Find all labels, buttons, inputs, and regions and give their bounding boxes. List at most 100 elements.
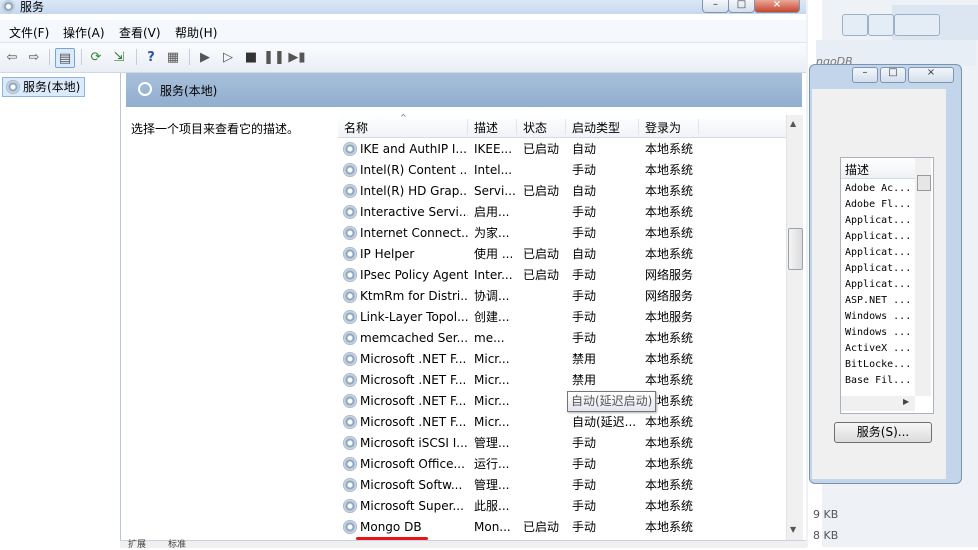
menu-file[interactable]: 文件(F)	[9, 24, 49, 41]
dialog-horizontal-scrollbar[interactable]: ▶	[841, 396, 915, 411]
service-log-on-as: 本地系统	[645, 478, 694, 492]
dialog-list-item[interactable]: ASP.NET ...	[845, 295, 911, 306]
dialog-list-item[interactable]: Windows ...	[845, 311, 911, 322]
dialog-list-item[interactable]: Applicat...	[845, 215, 911, 226]
table-row[interactable]: IKE and AuthIP I... IKEE... 已启动 自动 本地系统	[338, 139, 786, 160]
export-list-icon[interactable]: ⇲	[110, 48, 128, 66]
bg-maximize-button[interactable]	[868, 14, 894, 36]
show-hide-tree-icon[interactable]: ▤	[55, 48, 75, 68]
service-gear-icon	[343, 289, 357, 303]
menu-help[interactable]: 帮助(H)	[175, 24, 217, 41]
table-row[interactable]: Internet Connect... 为家... 手动 本地系统	[338, 223, 786, 244]
menu-action[interactable]: 操作(A)	[63, 24, 105, 41]
pause-service-icon[interactable]: ❚❚	[263, 48, 285, 66]
services-gear-icon	[6, 80, 20, 94]
service-gear-icon	[343, 436, 357, 450]
scrollbar-thumb[interactable]	[788, 228, 803, 270]
service-startup-type: 手动	[572, 457, 597, 471]
column-status[interactable]: 状态	[517, 119, 566, 135]
service-log-on-as: 网络服务	[645, 268, 694, 282]
column-name[interactable]: 名称 ^	[338, 113, 468, 135]
column-log-on-as[interactable]: 登录为	[639, 119, 699, 135]
tree-node-services-local[interactable]: 服务(本地)	[2, 77, 86, 97]
service-description: Servi...	[474, 184, 516, 198]
table-row[interactable]: Microsoft .NET F... Micr... 自动(延迟... 本地系统	[338, 412, 786, 433]
dialog-list-item[interactable]: Applicat...	[845, 247, 911, 258]
table-row[interactable]: Intel(R) Content ... Intel... 手动 本地系统	[338, 160, 786, 181]
service-startup-type: 禁用	[572, 373, 597, 387]
scroll-right-icon[interactable]: ▶	[903, 397, 909, 406]
table-row[interactable]: Microsoft .NET F... Micr... 禁用 本地系统	[338, 349, 786, 370]
dialog-list-item[interactable]: Windows ...	[845, 327, 911, 338]
maximize-button[interactable]: □	[728, 0, 755, 13]
dialog-list-item[interactable]: Applicat...	[845, 231, 911, 242]
services-list: IKE and AuthIP I... IKEE... 已启动 自动 本地系统 Intel…	[338, 139, 786, 541]
table-row[interactable]: Microsoft .NET F...Micr...自动(延迟启动)本地系统	[338, 391, 786, 412]
back-arrow-icon[interactable]: ⇦	[3, 48, 21, 66]
dialog-list-item[interactable]: Adobe Fl...	[845, 199, 911, 210]
tab-extended[interactable]: 扩展	[128, 537, 146, 550]
service-description: Intel...	[474, 163, 513, 177]
dialog-list-item[interactable]: BitLocke...	[845, 359, 911, 370]
service-log-on-as: 本地系统	[645, 415, 694, 429]
vertical-scrollbar[interactable]: ▲ ▼	[786, 115, 803, 540]
dialog-vertical-scrollbar[interactable]	[915, 158, 931, 396]
scroll-up-icon[interactable]: ▲	[790, 119, 796, 128]
header-title: 服务(本地)	[160, 84, 218, 98]
service-description: Micr...	[474, 394, 510, 408]
refresh-icon[interactable]: ⟳	[87, 48, 105, 66]
table-row[interactable]: Microsoft iSCSI I... 管理... 手动 本地系统	[338, 433, 786, 454]
start-service-icon[interactable]: ▶	[196, 48, 214, 66]
column-description[interactable]: 描述	[468, 119, 517, 135]
service-description: 协调...	[474, 289, 510, 303]
service-gear-icon	[343, 142, 357, 156]
menu-view[interactable]: 查看(V)	[119, 24, 161, 41]
dialog-minimize-button[interactable]: –	[852, 67, 878, 83]
service-gear-icon	[343, 247, 357, 261]
service-name: Microsoft Office...	[360, 457, 465, 471]
table-row[interactable]: Intel(R) HD Grap... Servi... 已启动 自动 本地系统	[338, 181, 786, 202]
dialog-maximize-button[interactable]: □	[880, 67, 906, 83]
stop-service-icon[interactable]: ■	[242, 48, 260, 66]
table-row[interactable]: KtmRm for Distri... 协调... 手动 网络服务	[338, 286, 786, 307]
help-icon[interactable]: ?	[142, 48, 160, 66]
tab-standard[interactable]: 标准	[168, 537, 186, 550]
service-gear-icon	[343, 373, 357, 387]
forward-arrow-icon[interactable]: ⇨	[25, 48, 43, 66]
table-row[interactable]: memcached Ser... me... 手动 本地系统	[338, 328, 786, 349]
service-startup-type: 手动	[572, 310, 597, 324]
minimize-button[interactable]: –	[702, 0, 729, 13]
properties-icon[interactable]: ▦	[164, 48, 182, 66]
service-startup-type: 手动	[572, 205, 597, 219]
services-button[interactable]: 服务(S)...	[834, 422, 932, 443]
start-service-alt-icon[interactable]: ▷	[219, 48, 237, 66]
service-startup-type: 手动	[572, 163, 597, 177]
dialog-column-description[interactable]: 描述	[841, 158, 915, 179]
table-row[interactable]: Link-Layer Topol... 创建... 手动 本地服务	[338, 307, 786, 328]
dialog-list-item[interactable]: Adobe Ac...	[845, 183, 911, 194]
service-log-on-as: 本地系统	[645, 457, 694, 471]
table-row[interactable]: Microsoft Super... 此服... 手动 本地系统	[338, 496, 786, 517]
dialog-list-item[interactable]: ActiveX ...	[845, 343, 911, 354]
dialog-list-item[interactable]: Applicat...	[845, 263, 911, 274]
bg-close-button[interactable]	[894, 14, 940, 36]
dialog-close-button[interactable]: ×	[908, 67, 954, 83]
service-gear-icon	[343, 163, 357, 177]
table-row[interactable]: Interactive Servi... 启用... 手动 本地系统	[338, 202, 786, 223]
close-button[interactable]: ×	[754, 0, 800, 13]
title-bar: 服务 – □ ×	[0, 0, 806, 14]
table-row[interactable]: IPsec Policy Agent Inter... 已启动 手动 网络服务	[338, 265, 786, 286]
table-row[interactable]: Microsoft .NET F... Micr... 禁用 本地系统	[338, 370, 786, 391]
table-row[interactable]: Microsoft Softw... 管理... 手动 本地系统	[338, 475, 786, 496]
table-row[interactable]: Microsoft Office... 运行... 手动 本地系统	[338, 454, 786, 475]
restart-service-icon[interactable]: ▶▮	[288, 48, 306, 66]
table-row[interactable]: IP Helper 使用 ... 已启动 自动 本地系统	[338, 244, 786, 265]
service-gear-icon	[343, 352, 357, 366]
dialog-list-item[interactable]: Base Fil...	[845, 375, 911, 386]
table-row[interactable]: Mongo DB Mon... 已启动 手动 本地系统	[338, 517, 786, 538]
bg-minimize-button[interactable]	[842, 14, 868, 36]
scroll-down-icon[interactable]: ▼	[790, 525, 796, 534]
dialog-list-item[interactable]: Applicat...	[845, 279, 911, 290]
service-log-on-as: 网络服务	[645, 289, 694, 303]
column-startup-type[interactable]: 启动类型	[566, 119, 639, 135]
